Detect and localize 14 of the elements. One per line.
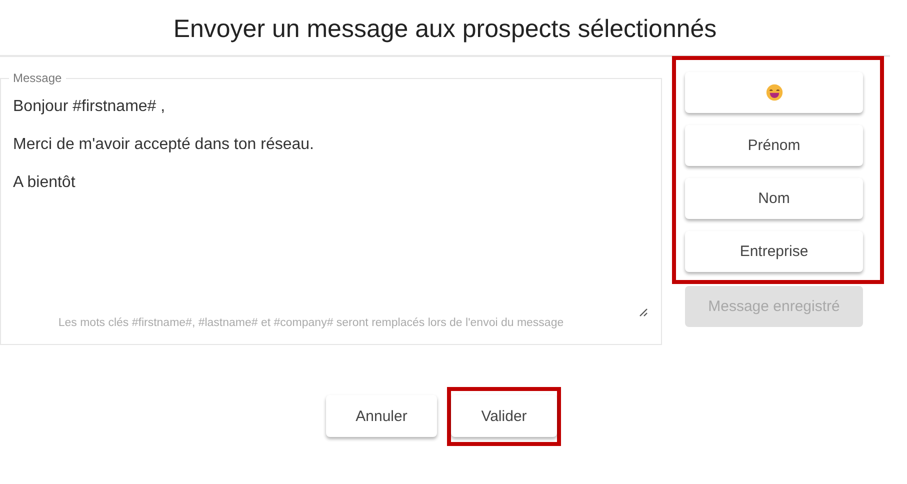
message-text: Bonjour #firstname# , [13,98,166,116]
message-text: Merci de m'avoir accepté dans ton réseau. [13,136,315,154]
message-field[interactable]: Message Bonjour #firstname# , Merci de m'avoir accepté dans ton réseau. A bientôt Les mots clés #firstname#, #lastname# et #company# seront remplacés lors de l'envoi du message [0,71,662,345]
smiley-icon [766,84,782,101]
insert-button[interactable]: Entreprise [685,231,863,272]
message-text: A bientôt [13,174,76,192]
insert-button[interactable]: Prénom [685,125,863,166]
resize-handle-icon[interactable] [638,307,648,317]
action-button[interactable]: Valider [451,395,557,437]
dialog-title: Envoyer un message aux prospects sélectionnés [0,0,890,57]
field-label: Message [9,71,66,86]
insert-button[interactable]: Nom [685,178,863,219]
hint-text: Les mots clés #firstname#, #lastname# et #company# seront remplacés lors de l'envoi du message [57,317,565,329]
action-button[interactable]: Annuler [326,395,437,437]
